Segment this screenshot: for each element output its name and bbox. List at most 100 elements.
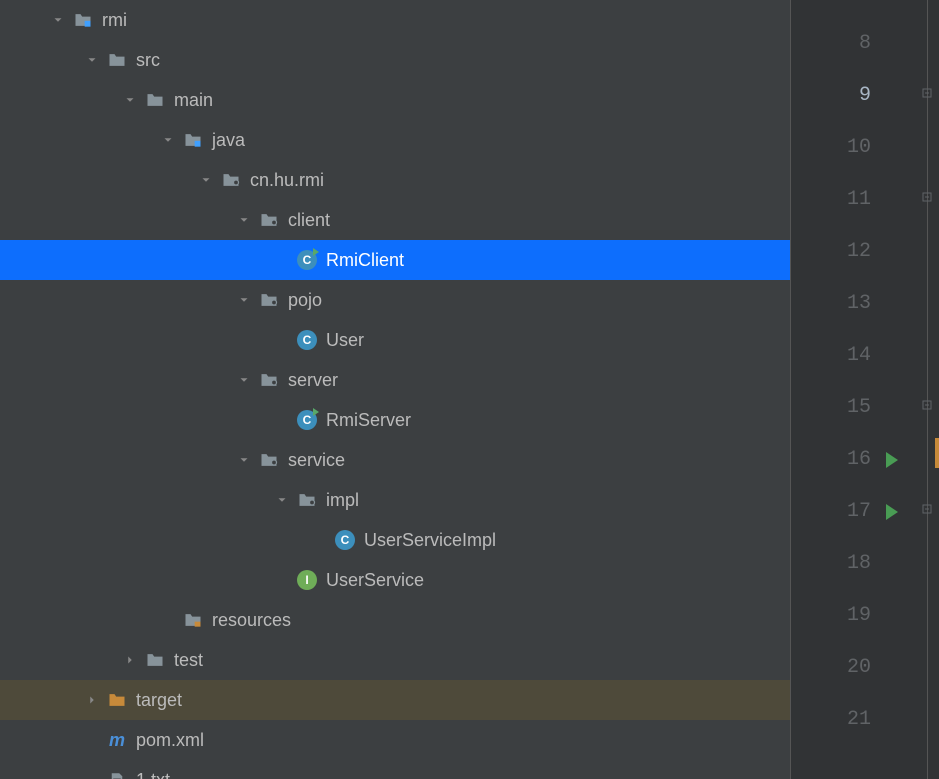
tree-item-label: RmiServer [326,410,411,431]
chevron-none [272,570,292,590]
tree-item-label: impl [326,490,359,511]
package-icon [258,209,280,231]
tree-item-userservice[interactable]: I UserService [0,560,790,600]
maven-icon: m [106,729,128,751]
tree-item-impl[interactable]: impl [0,480,790,520]
tree-item-userserviceimpl[interactable]: C UserServiceImpl [0,520,790,560]
tree-item-label: main [174,90,213,111]
chevron-down-icon[interactable] [48,10,68,30]
class-icon: C [296,329,318,351]
chevron-down-icon[interactable] [234,290,254,310]
tree-item-label: rmi [102,10,127,31]
chevron-down-icon[interactable] [234,210,254,230]
line-number[interactable]: 9 [791,70,871,122]
tree-item-label: java [212,130,245,151]
chevron-none [82,730,102,750]
line-number[interactable]: 18 [791,538,871,590]
chevron-none [272,250,292,270]
source-folder-icon [182,129,204,151]
chevron-down-icon[interactable] [82,50,102,70]
tree-item-label: src [136,50,160,71]
package-icon [258,369,280,391]
line-number[interactable]: 19 [791,590,871,642]
tree-item-label: pom.xml [136,730,204,751]
tree-item-rmi[interactable]: rmi [0,0,790,40]
package-icon [296,489,318,511]
chevron-down-icon[interactable] [196,170,216,190]
chevron-down-icon[interactable] [272,490,292,510]
tree-item-client[interactable]: client [0,200,790,240]
tree-item-label: target [136,690,182,711]
class-runnable-icon: C [296,409,318,431]
line-number[interactable]: 21 [791,694,871,746]
class-icon: C [334,529,356,551]
chevron-down-icon[interactable] [120,90,140,110]
line-number[interactable]: 17 [791,486,871,538]
package-icon [258,449,280,471]
tree-item-rmiserver[interactable]: C RmiServer [0,400,790,440]
tree-item-resources[interactable]: resources [0,600,790,640]
module-folder-icon [72,9,94,31]
chevron-none [272,330,292,350]
chevron-down-icon[interactable] [158,130,178,150]
tree-item-label: resources [212,610,291,631]
tree-item-label: UserServiceImpl [364,530,496,551]
tree-item-main[interactable]: main [0,80,790,120]
chevron-down-icon[interactable] [234,370,254,390]
line-number[interactable]: 10 [791,122,871,174]
line-number[interactable]: 12 [791,226,871,278]
tree-item-service[interactable]: service [0,440,790,480]
folder-icon [106,49,128,71]
line-number[interactable]: 14 [791,330,871,382]
tree-item-label: server [288,370,338,391]
project-tree: rmi src main java cn.hu.rmi client C RmiCl… [0,0,790,779]
tree-item-test[interactable]: test [0,640,790,680]
chevron-none [158,610,178,630]
tree-item-label: 1.txt [136,770,170,779]
chevron-down-icon[interactable] [234,450,254,470]
class-runnable-icon: C [296,249,318,271]
tree-item-target[interactable]: target [0,680,790,720]
line-number[interactable]: 20 [791,642,871,694]
tree-item-label: client [288,210,330,231]
fold-toggle-icon[interactable] [921,502,933,518]
chevron-none [310,530,330,550]
chevron-right-icon[interactable] [82,690,102,710]
folder-icon [144,89,166,111]
run-gutter-icon[interactable] [886,452,898,468]
run-gutter-icon[interactable] [886,504,898,520]
package-icon [258,289,280,311]
tree-item-cn-hu-rmi[interactable]: cn.hu.rmi [0,160,790,200]
tree-item-label: UserService [326,570,424,591]
fold-toggle-icon[interactable] [921,86,933,102]
line-number[interactable]: 11 [791,174,871,226]
tree-item-pom-xml[interactable]: m pom.xml [0,720,790,760]
interface-icon: I [296,569,318,591]
line-number[interactable]: 13 [791,278,871,330]
tree-item-pojo[interactable]: pojo [0,280,790,320]
tree-item-label: cn.hu.rmi [250,170,324,191]
tree-item-server[interactable]: server [0,360,790,400]
tree-item-user[interactable]: C User [0,320,790,360]
target-folder-icon [106,689,128,711]
tree-item-label: pojo [288,290,322,311]
tree-item-label: service [288,450,345,471]
line-number[interactable]: 16 [791,434,871,486]
tree-item-src[interactable]: src [0,40,790,80]
folder-icon [144,649,166,671]
fold-toggle-icon[interactable] [921,398,933,414]
tree-item-rmiclient[interactable]: C RmiClient [0,240,790,280]
resources-folder-icon [182,609,204,631]
fold-toggle-icon[interactable] [921,190,933,206]
tree-item-label: RmiClient [326,250,404,271]
breakpoint-strip-marker [935,438,939,468]
line-number[interactable]: 15 [791,382,871,434]
chevron-none [82,770,102,779]
gutter-track [927,0,928,779]
package-icon [220,169,242,191]
tree-item-java[interactable]: java [0,120,790,160]
chevron-right-icon[interactable] [120,650,140,670]
tree-item-label: User [326,330,364,351]
line-number[interactable]: 8 [791,18,871,70]
tree-item-1-txt[interactable]: 1.txt [0,760,790,779]
